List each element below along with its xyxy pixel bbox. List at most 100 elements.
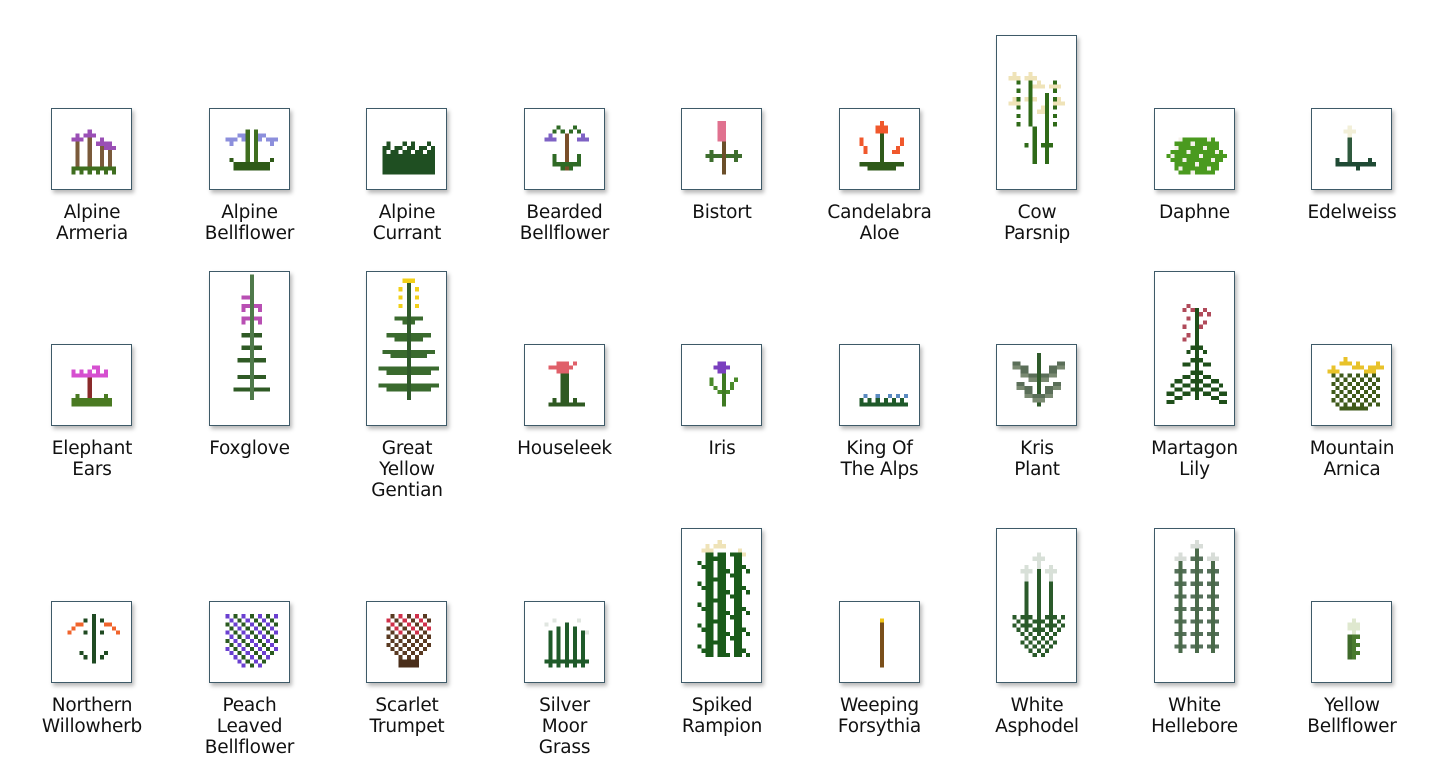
plant-thumbnail[interactable] (681, 528, 762, 683)
plant-thumbnail[interactable] (208, 601, 290, 683)
plant-pixel (1024, 373, 1029, 378)
plant-name-line: Alpine (221, 202, 278, 223)
plant-pixel (1210, 581, 1215, 586)
plant-pixel (560, 398, 565, 403)
plant-pixel (261, 659, 266, 664)
plant-thumbnail[interactable] (1153, 271, 1235, 426)
plant-pixel (394, 170, 399, 175)
plant-pixel (717, 569, 722, 574)
plant-pixel (733, 627, 738, 632)
plant-pixel (572, 659, 577, 664)
plant-pixel (1061, 365, 1066, 370)
plant-pixel (1012, 361, 1017, 366)
plant-pixel (1028, 101, 1033, 106)
plant-thumbnail[interactable] (838, 344, 920, 426)
plant-pixel (564, 630, 569, 635)
plant-pixel (112, 145, 117, 150)
plant-pixel (253, 145, 258, 150)
plant-thumbnail[interactable] (366, 108, 447, 190)
plant-thumbnail[interactable] (366, 601, 447, 683)
plant-thumbnail[interactable] (523, 344, 605, 426)
plant-pixel (406, 659, 411, 664)
plant-pixel (406, 308, 411, 313)
plant-pixel (721, 573, 726, 578)
plant-thumbnail[interactable] (1153, 528, 1235, 683)
plant-pixel (1170, 149, 1175, 154)
plant-pixel (390, 647, 395, 652)
plant-pixel (1174, 141, 1179, 146)
plant-thumbnail[interactable] (51, 108, 132, 190)
plant-thumbnail[interactable] (681, 108, 762, 190)
plant-pixel (572, 663, 577, 668)
plant-pixel (386, 149, 391, 154)
plant-pixel (410, 366, 415, 371)
plant-thumbnail[interactable] (838, 601, 920, 683)
plant-pixel (1218, 391, 1223, 396)
plant-pixel-icon (548, 361, 585, 407)
plant-pixel (237, 358, 242, 363)
plant-pixel (1036, 631, 1041, 637)
plant-pixel (1186, 137, 1191, 142)
plant-pixel (1178, 149, 1183, 154)
plant-pixel (418, 166, 423, 171)
plant-pixel (1190, 370, 1195, 375)
plant-pixel (705, 581, 710, 586)
plant-thumbnail[interactable] (681, 344, 762, 426)
plant-pixel (422, 638, 428, 643)
plant-pixel (249, 354, 254, 359)
plant-thumbnail[interactable] (1311, 108, 1392, 190)
plant-pixel (1178, 560, 1183, 566)
plant-name-line: Trumpet (369, 716, 445, 737)
plant-pixel (249, 282, 254, 288)
plant-thumbnail[interactable] (523, 108, 605, 190)
plant-pixel (733, 602, 738, 607)
plant-pixel (1190, 149, 1195, 154)
plant-pixel (725, 154, 730, 159)
plant-thumbnail[interactable] (208, 108, 290, 190)
plant-pixel (427, 145, 432, 150)
plant-pixel (1198, 619, 1203, 624)
plant-pixel (717, 361, 722, 366)
plant-pixel (229, 137, 234, 142)
plant-pixel (249, 316, 254, 321)
plant-pixel (1194, 320, 1199, 325)
plant-name-line: Armeria (55, 223, 129, 244)
plant-thumbnail[interactable] (208, 271, 290, 426)
plant-thumbnail[interactable] (1153, 108, 1235, 190)
plant-pixel (1351, 162, 1356, 167)
plant-pixel (883, 162, 888, 167)
plant-thumbnail[interactable] (996, 35, 1077, 190)
plant-pixel (1024, 594, 1029, 599)
plant-pixel (746, 590, 751, 595)
plant-pixel (245, 149, 250, 154)
plant-pixel (245, 295, 250, 300)
plant-pixel (1194, 324, 1199, 329)
plant-pixel (709, 611, 714, 616)
plant-thumbnail[interactable] (1311, 601, 1392, 683)
plant-pixel (402, 354, 407, 359)
plant-thumbnail[interactable] (1311, 344, 1392, 426)
plant-thumbnail[interactable] (51, 344, 132, 426)
plant-pixel (241, 133, 246, 138)
plant-pixel (382, 349, 387, 355)
plant-thumbnail[interactable] (996, 344, 1077, 426)
plant-pixel (863, 402, 868, 407)
plant-pixel (1178, 141, 1183, 146)
plant-pixel (1331, 369, 1336, 374)
plant-thumbnail[interactable] (523, 601, 605, 683)
plant-thumbnail[interactable] (838, 108, 920, 190)
plant-pixel (406, 391, 411, 396)
plant-pixel (435, 366, 440, 371)
plant-thumbnail[interactable] (51, 601, 132, 683)
plant-pixel (99, 141, 104, 146)
plant-thumbnail[interactable] (366, 271, 447, 426)
plant-pixel (1044, 109, 1049, 114)
plant-pixel (99, 158, 104, 163)
plant-pixel (249, 395, 254, 401)
plant-thumbnail[interactable] (996, 528, 1077, 683)
plant-pixel (225, 137, 230, 142)
plant-pixel (1186, 141, 1191, 146)
plant-pixel (99, 137, 104, 142)
plant-pixel (99, 402, 104, 407)
plant-pixel (414, 154, 419, 159)
